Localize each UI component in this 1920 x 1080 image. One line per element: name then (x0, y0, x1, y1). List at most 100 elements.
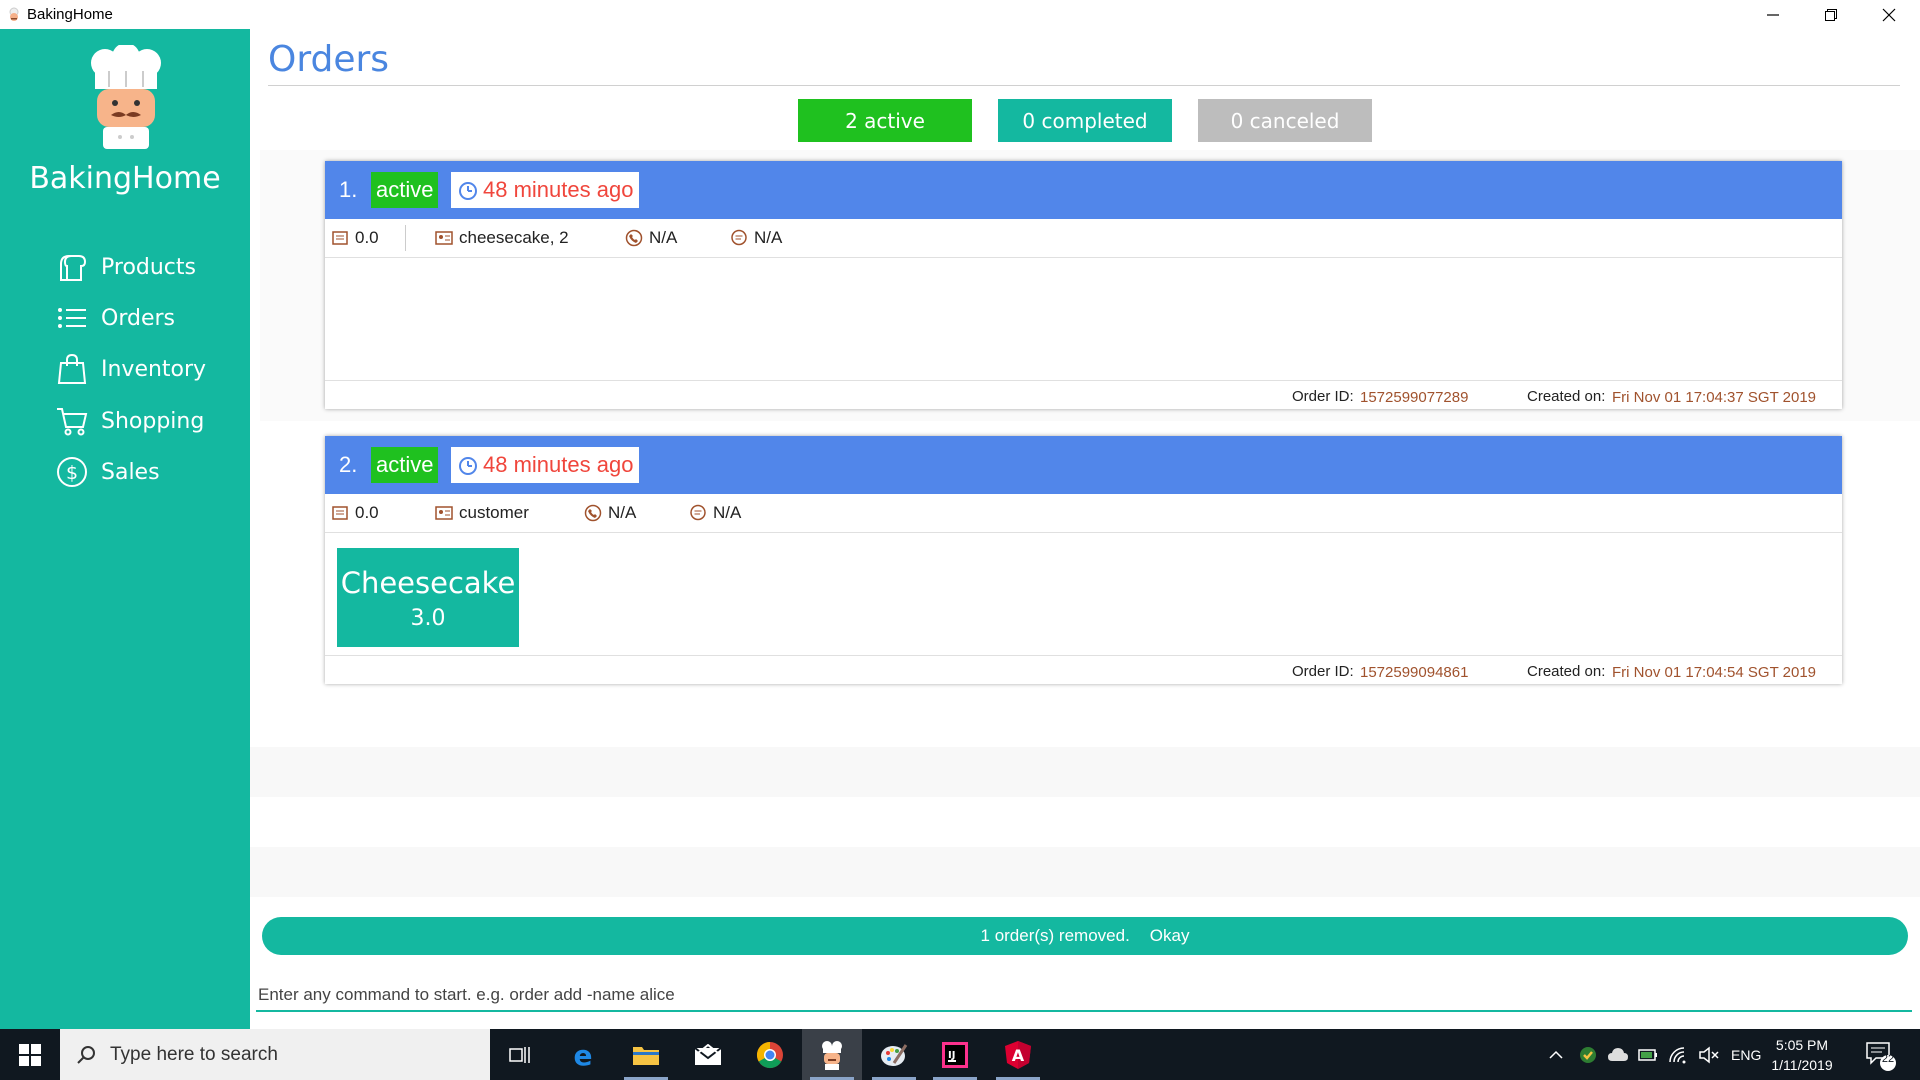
status-message: 1 order(s) removed. (980, 926, 1130, 945)
order-id-label: Order ID: (1292, 663, 1354, 680)
start-button[interactable] (0, 1029, 60, 1080)
tray-wifi[interactable] (1668, 1029, 1688, 1080)
cloud-icon (1608, 1047, 1628, 1061)
close-icon (1882, 8, 1896, 21)
order-card[interactable]: 1. active 48 minutes ago 0.0 cheesecake,… (325, 161, 1842, 409)
task-view-button[interactable] (490, 1029, 550, 1080)
minimize-icon (1767, 13, 1779, 16)
order-total: 0.0 (331, 503, 379, 523)
bag-icon (57, 353, 87, 384)
order-number: 2. (339, 452, 358, 477)
chef-app-icon (9, 7, 19, 21)
comment-icon (731, 229, 747, 246)
sidebar-item-label: Orders (101, 305, 175, 331)
okay-button[interactable]: Okay (1150, 926, 1190, 946)
order-id-label: Order ID: (1292, 388, 1354, 405)
taskbar-file-explorer[interactable] (616, 1029, 676, 1080)
speaker-muted-icon (1699, 1045, 1719, 1064)
status-badge: active (371, 172, 439, 208)
order-customer: cheesecake, 2 (435, 228, 569, 248)
order-card[interactable]: 2. active 48 minutes ago 0.0 customer N/… (325, 436, 1842, 684)
filter-completed-button[interactable]: 0 completed (998, 99, 1172, 142)
tray-battery[interactable] (1638, 1029, 1658, 1080)
search-icon (77, 1045, 95, 1064)
receipt-icon (332, 506, 348, 520)
bread-icon (60, 255, 87, 281)
svg-text:A: A (1012, 1046, 1025, 1065)
close-button[interactable] (1860, 0, 1918, 29)
taskbar-intellij[interactable]: IJ (925, 1029, 985, 1080)
customer-value: cheesecake, 2 (459, 228, 569, 247)
order-remark: N/A (730, 228, 782, 248)
order-id-value: 1572599077289 (1360, 389, 1469, 406)
created-label: Created on: (1527, 663, 1606, 680)
sidebar-item-shopping[interactable]: Shopping (55, 399, 204, 443)
sidebar-item-sales[interactable]: $ Sales (55, 450, 160, 494)
total-value: 0.0 (355, 228, 379, 247)
order-phone: N/A (625, 228, 677, 248)
sidebar-item-orders[interactable]: Orders (55, 296, 175, 340)
time-ago: 48 minutes ago (483, 452, 634, 477)
svg-text:$: $ (66, 462, 78, 484)
svg-text:e: e (574, 1041, 593, 1069)
dollar-icon: $ (57, 457, 87, 487)
phone-value: N/A (608, 503, 637, 522)
created-value: Fri Nov 01 17:04:37 SGT 2019 (1612, 389, 1817, 406)
clock-date: 1/11/2019 (1771, 1057, 1833, 1073)
tray-volume[interactable] (1698, 1029, 1720, 1080)
restore-icon (1825, 8, 1837, 21)
taskbar-paint[interactable] (864, 1029, 924, 1080)
order-total: 0.0 (331, 228, 379, 248)
taskbar-search[interactable]: Type here to search (60, 1029, 490, 1080)
main-panel: Orders 2 active 0 completed 0 canceled 1… (250, 29, 1920, 1029)
order-id-value: 1572599094861 (1360, 664, 1469, 681)
svg-text:IJ: IJ (948, 1050, 955, 1061)
tray-onedrive[interactable] (1607, 1029, 1629, 1080)
order-card-footer: Order ID: 1572599094861 Created on: Fri … (325, 655, 1842, 684)
order-card-footer: Order ID: 1572599077289 Created on: Fri … (325, 380, 1842, 409)
sidebar-item-inventory[interactable]: Inventory (55, 347, 206, 391)
tray-overflow-button[interactable] (1548, 1029, 1564, 1080)
empty-row (250, 747, 1920, 797)
id-card-icon (435, 231, 453, 245)
receipt-icon (332, 231, 348, 245)
phone-icon (584, 504, 602, 522)
command-input[interactable] (256, 980, 1912, 1012)
list-icon (58, 308, 86, 328)
chef-logo (91, 45, 161, 149)
taskbar-angular[interactable]: A (988, 1029, 1048, 1080)
filter-canceled-button[interactable]: 0 canceled (1198, 99, 1372, 142)
phone-icon (625, 229, 643, 247)
tray-sync[interactable] (1578, 1029, 1598, 1080)
order-info-row: 0.0 cheesecake, 2 N/A N/A (325, 219, 1842, 258)
order-remark: N/A (689, 503, 741, 523)
page-title: Orders (268, 39, 390, 80)
divider (405, 225, 406, 251)
time-badge: 48 minutes ago (451, 447, 640, 483)
window-titlebar: BakingHome (0, 0, 1920, 29)
item-quantity: 3.0 (410, 606, 446, 631)
taskbar-edge[interactable]: e (553, 1029, 613, 1080)
tray-clock[interactable]: 5:05 PM 1/11/2019 (1762, 1035, 1842, 1075)
order-item-tile[interactable]: Cheesecake 3.0 (337, 548, 519, 647)
phone-value: N/A (649, 228, 678, 247)
id-card-icon (435, 506, 453, 520)
taskbar-mail[interactable] (678, 1029, 738, 1080)
action-center-button[interactable]: 22 (1864, 1029, 1898, 1080)
brand-name: BakingHome (29, 161, 221, 196)
order-card-header: 1. active 48 minutes ago (325, 161, 1842, 219)
taskbar-bakinghome[interactable] (802, 1029, 862, 1080)
minimize-button[interactable] (1744, 0, 1802, 29)
empty-row (250, 847, 1920, 897)
chevron-up-icon (1549, 1050, 1563, 1059)
order-customer: customer (435, 503, 529, 523)
alarm-clock-icon (459, 457, 477, 475)
search-placeholder: Type here to search (110, 1043, 278, 1065)
filter-active-button[interactable]: 2 active (798, 99, 972, 142)
taskbar-chrome[interactable] (740, 1029, 800, 1080)
windows-icon (19, 1043, 41, 1066)
status-badge: active (371, 447, 439, 483)
sidebar-item-products[interactable]: Products (55, 245, 196, 289)
tray-language[interactable]: ENG (1731, 1029, 1761, 1080)
restore-button[interactable] (1802, 0, 1860, 29)
